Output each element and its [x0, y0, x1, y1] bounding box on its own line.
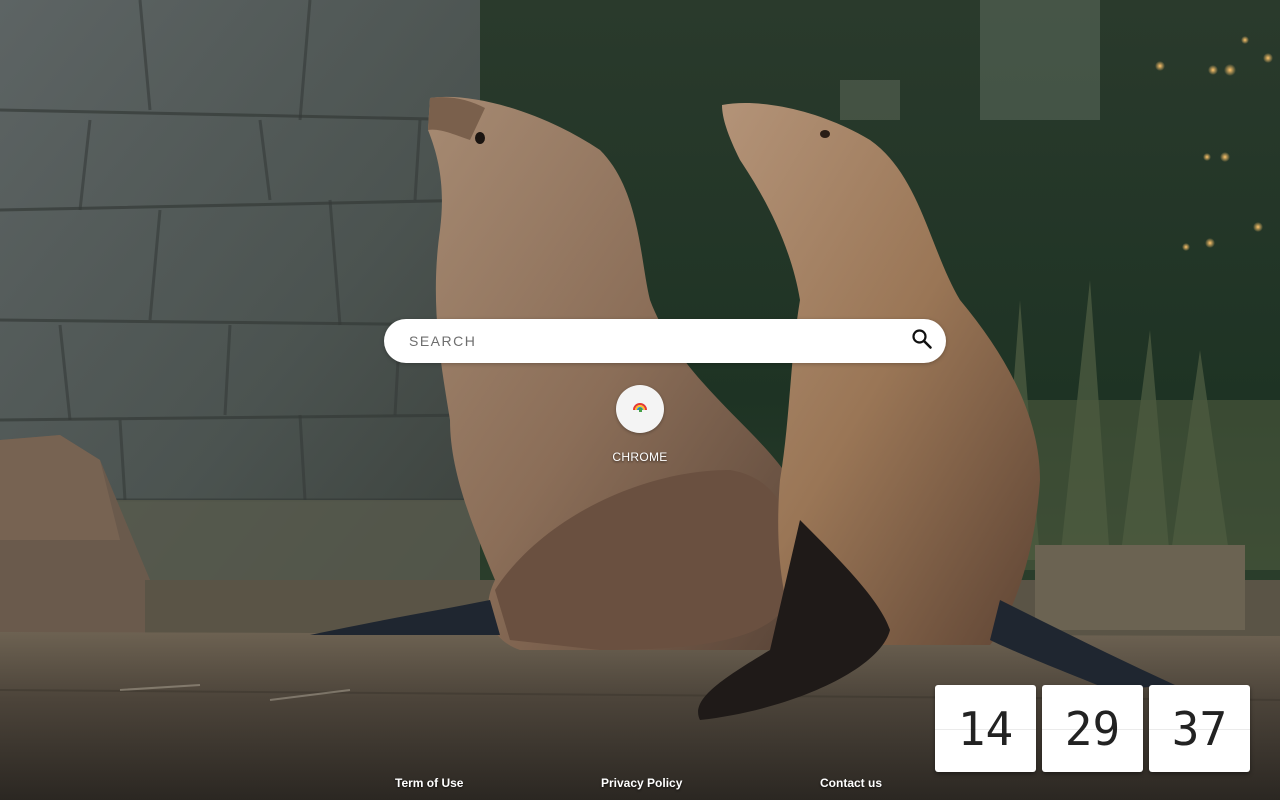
search-button[interactable]	[898, 319, 946, 363]
privacy-link[interactable]: Privacy Policy	[601, 776, 682, 790]
clock-seconds: 37	[1149, 685, 1250, 772]
clock-hours: 14	[935, 685, 1036, 772]
shortcut-icon-container	[616, 385, 664, 433]
shortcut-chrome[interactable]: CHROME	[600, 385, 680, 464]
search-bar	[384, 319, 946, 363]
search-input[interactable]	[384, 319, 898, 363]
contact-link[interactable]: Contact us	[820, 776, 882, 790]
shortcut-label: CHROME	[612, 450, 668, 464]
flip-clock: 14 29 37	[935, 685, 1250, 772]
footer: Term of Use Privacy Policy Contact us	[0, 776, 1280, 792]
chrome-rainbow-icon	[633, 400, 647, 419]
search-icon	[911, 328, 933, 355]
terms-link[interactable]: Term of Use	[395, 776, 463, 790]
clock-minutes: 29	[1042, 685, 1143, 772]
